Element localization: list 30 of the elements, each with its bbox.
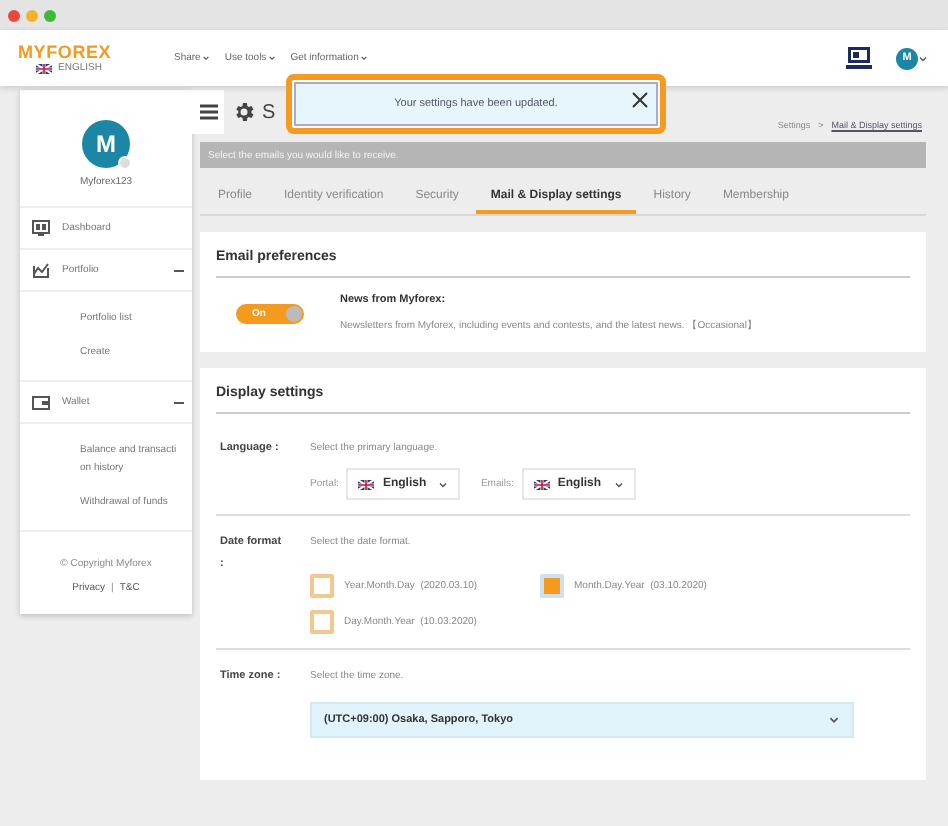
flag-icon xyxy=(533,479,550,489)
caret-icon xyxy=(202,54,211,62)
monitor-icon[interactable] xyxy=(846,46,872,70)
caret-icon xyxy=(438,479,449,489)
settings-icon xyxy=(232,100,256,124)
checkbox[interactable] xyxy=(310,574,334,598)
menu-icon xyxy=(199,104,217,120)
profile-avatar: M xyxy=(82,120,130,168)
close-icon xyxy=(632,92,648,108)
collapse-icon[interactable] xyxy=(174,397,184,407)
dashboard-icon xyxy=(32,220,50,236)
camera-icon[interactable] xyxy=(118,156,132,170)
checkbox[interactable] xyxy=(540,574,564,598)
close-button[interactable] xyxy=(632,92,648,108)
page-title: S xyxy=(262,101,276,123)
checkbox[interactable] xyxy=(310,610,334,634)
flag-icon xyxy=(358,479,375,489)
close-dot[interactable] xyxy=(8,9,20,21)
collapse-icon[interactable] xyxy=(174,265,184,275)
caret-icon xyxy=(360,54,369,62)
wallet-icon xyxy=(32,394,50,410)
zoom-dot[interactable] xyxy=(44,9,56,21)
flag-icon xyxy=(36,63,52,73)
menu-button[interactable] xyxy=(192,90,224,134)
caret-icon xyxy=(828,714,840,726)
chart-icon xyxy=(32,262,50,278)
caret-icon xyxy=(613,479,624,489)
minimize-dot[interactable] xyxy=(26,9,38,21)
caret-icon xyxy=(268,54,277,62)
caret-icon xyxy=(918,53,928,63)
